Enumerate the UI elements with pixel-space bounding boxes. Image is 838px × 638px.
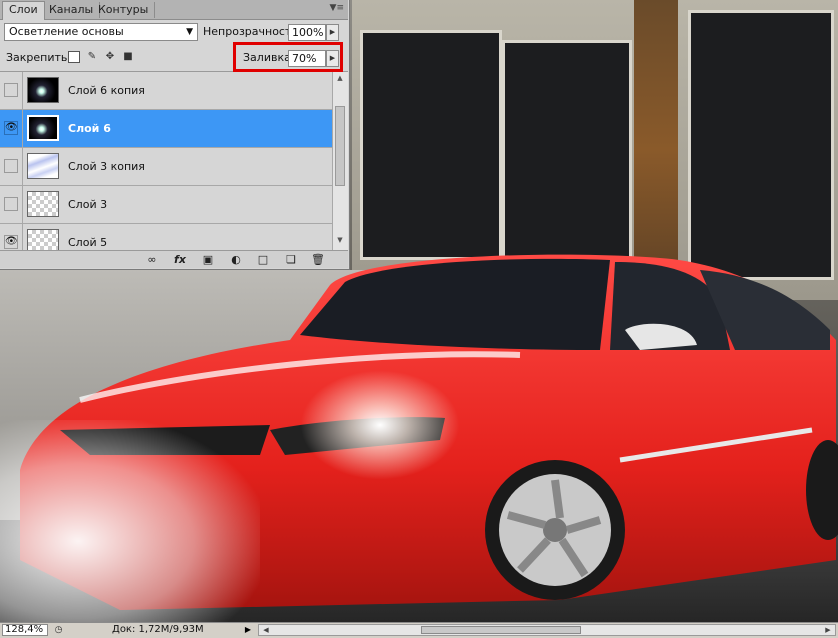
blend-row: Осветление основы ▼ Непрозрачность: 100%…: [0, 20, 348, 44]
fill-highlight-box: [233, 42, 343, 72]
tab-layers[interactable]: Слои: [2, 1, 45, 20]
horizontal-scrollbar[interactable]: ◀ ▶: [258, 624, 836, 636]
scroll-thumb[interactable]: [335, 106, 345, 186]
opacity-label: Непрозрачность:: [203, 25, 302, 38]
layers-list: Слой 6 копия 👁 Слой 6 Слой 3 копия Слой …: [0, 72, 332, 250]
layer-thumbnail: [27, 77, 59, 103]
horizontal-scroll-thumb[interactable]: [421, 626, 581, 634]
layer-row[interactable]: Слой 3: [0, 186, 332, 224]
link-layers-icon[interactable]: ∞: [144, 253, 160, 267]
lock-label: Закрепить:: [6, 51, 72, 64]
visibility-toggle[interactable]: [4, 159, 18, 173]
blend-mode-value: Осветление основы: [9, 25, 124, 38]
delete-layer-icon[interactable]: 🗑: [310, 253, 326, 267]
layer-name: Слой 6: [68, 122, 111, 135]
adjustment-layer-icon[interactable]: ◐: [228, 253, 244, 267]
lock-transparency-icon[interactable]: [68, 51, 80, 63]
visibility-toggle[interactable]: [4, 197, 18, 211]
light-haze: [0, 420, 260, 622]
blend-mode-select[interactable]: Осветление основы ▼: [4, 23, 198, 41]
scroll-left-icon[interactable]: ◀: [261, 625, 271, 635]
lock-all-icon[interactable]: ■: [122, 51, 134, 63]
panel-menu-icon[interactable]: ▼≡: [330, 3, 344, 13]
lock-brush-icon[interactable]: ✎: [86, 51, 98, 63]
opacity-slider-arrow-icon[interactable]: ▶: [326, 24, 339, 41]
scroll-right-icon[interactable]: ▶: [823, 625, 833, 635]
layer-name: Слой 5: [68, 236, 108, 249]
layer-row[interactable]: Слой 6 копия: [0, 72, 332, 110]
new-group-icon[interactable]: □: [255, 253, 271, 267]
eye-icon[interactable]: 👁: [4, 121, 18, 135]
layer-thumbnail: [27, 229, 59, 250]
scroll-up-icon[interactable]: ▲: [335, 74, 345, 84]
add-mask-icon[interactable]: ▣: [200, 253, 216, 267]
zoom-field[interactable]: 128,4%: [2, 624, 48, 636]
scroll-down-icon[interactable]: ▼: [335, 236, 345, 246]
fx-icon[interactable]: fx: [172, 253, 188, 267]
layer-thumbnail: [27, 153, 59, 179]
layer-thumbnail: [27, 115, 59, 141]
layer-name: Слой 3: [68, 198, 108, 211]
divider: [22, 110, 23, 148]
divider: [22, 224, 23, 250]
new-layer-icon[interactable]: ❏: [283, 253, 299, 267]
opacity-field[interactable]: 100%: [288, 24, 326, 41]
clock-icon[interactable]: ◷: [52, 624, 65, 636]
status-bar: 128,4% ◷ Док: 1,72M/9,93M ▶ ◀ ▶: [0, 622, 838, 638]
visibility-toggle[interactable]: [4, 83, 18, 97]
layers-toolbar: ∞ fx ▣ ◐ □ ❏ 🗑: [0, 250, 348, 268]
layer-row[interactable]: 👁 Слой 5: [0, 224, 332, 250]
document-info: Док: 1,72M/9,93M: [112, 624, 204, 635]
status-menu-arrow-icon[interactable]: ▶: [242, 624, 254, 636]
layer-name: Слой 3 копия: [68, 160, 145, 173]
headlight-glow: [300, 370, 460, 480]
eye-icon[interactable]: 👁: [4, 235, 18, 249]
layer-row-selected[interactable]: 👁 Слой 6: [0, 110, 332, 148]
lock-move-icon[interactable]: ✥: [104, 51, 116, 63]
divider: [22, 72, 23, 110]
layer-name: Слой 6 копия: [68, 84, 145, 97]
divider: [22, 186, 23, 224]
chevron-down-icon: ▼: [186, 27, 193, 37]
layers-panel: Слои Каналы Контуры ▼≡ Осветление основы…: [0, 0, 350, 270]
layer-thumbnail: [27, 191, 59, 217]
layers-scrollbar[interactable]: ▲ ▼: [332, 72, 348, 250]
tab-paths[interactable]: Контуры: [92, 2, 156, 18]
panel-tabs: Слои Каналы Контуры ▼≡: [0, 0, 348, 20]
layer-row[interactable]: Слой 3 копия: [0, 148, 332, 186]
divider: [22, 148, 23, 186]
